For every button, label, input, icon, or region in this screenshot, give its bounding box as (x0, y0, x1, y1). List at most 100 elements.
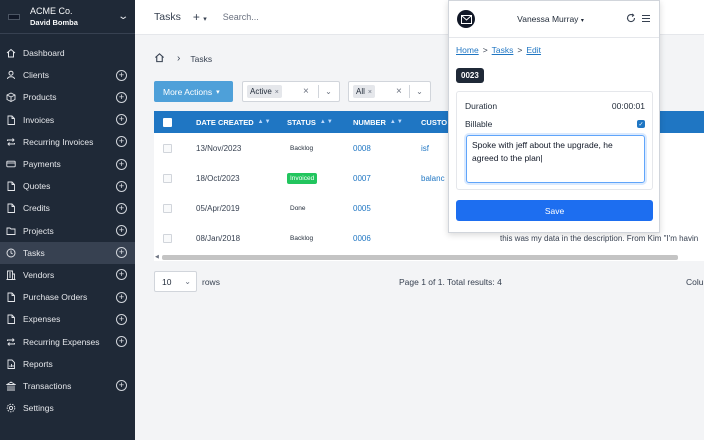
sidebar-item-products[interactable]: Products + (0, 86, 135, 108)
row-checkbox[interactable] (163, 143, 172, 153)
crumb-edit[interactable]: Edit (526, 45, 541, 55)
remove-tag-icon[interactable]: × (275, 89, 279, 96)
status-filter[interactable]: Active × × ⌄ (242, 81, 340, 102)
sidebar-item-label: Expenses (23, 314, 61, 325)
create-task-dropdown[interactable]: + ▾ (193, 10, 207, 24)
add-clients-icon[interactable]: + (116, 69, 127, 81)
sidebar-item-transactions[interactable]: Transactions + (0, 375, 135, 397)
row-checkbox[interactable] (163, 203, 172, 213)
add-recurring-expenses-icon[interactable]: + (116, 336, 127, 348)
company-name: ACME Co. (30, 5, 73, 16)
cell-number[interactable]: 0007 (353, 174, 371, 183)
sidebar-item-dashboard[interactable]: Dashboard (0, 42, 135, 64)
home-icon[interactable] (154, 52, 165, 65)
clear-icon[interactable]: × (303, 86, 309, 97)
cell-number[interactable]: 0008 (353, 144, 371, 153)
table-cell: isf (421, 133, 429, 163)
sidebar-item-projects[interactable]: Projects + (0, 220, 135, 242)
add-transactions-icon[interactable]: + (116, 380, 127, 392)
description-cell-text: this was my data in the description. Fro… (500, 234, 699, 243)
sidebar-item-settings[interactable]: Settings (0, 397, 135, 419)
column-status[interactable]: STATUS ▲▼ (287, 111, 334, 133)
task-details-box: Duration 00:00:01 Billable ✓ Spoke with … (456, 91, 653, 190)
sidebar-item-label: Dashboard (23, 48, 65, 59)
row-checkbox[interactable] (163, 173, 172, 183)
add-payments-icon[interactable]: + (116, 158, 127, 170)
sidebar-item-recurring-invoices[interactable]: Recurring Invoices + (0, 131, 135, 153)
chevron-down-icon[interactable]: ⌄ (318, 85, 338, 98)
table-cell: 05/Apr/2019 (196, 193, 240, 223)
sidebar-item-label: Recurring Expenses (23, 336, 100, 347)
sidebar-item-label: Payments (23, 159, 61, 170)
add-projects-icon[interactable]: + (116, 225, 127, 237)
sidebar-item-payments[interactable]: Payments + (0, 153, 135, 175)
sidebar-item-credits[interactable]: Credits + (0, 197, 135, 219)
sidebar-item-vendors[interactable]: Vendors + (0, 264, 135, 286)
home-icon (6, 48, 16, 58)
save-button[interactable]: Save (456, 200, 653, 221)
search-input[interactable] (222, 12, 423, 22)
row-checkbox[interactable] (163, 233, 172, 243)
cell-date: 18/Oct/2023 (196, 173, 240, 183)
clear-icon[interactable]: × (396, 86, 402, 97)
billable-checkbox[interactable]: ✓ (637, 120, 645, 128)
remove-tag-icon[interactable]: × (368, 89, 372, 96)
menu-icon[interactable] (641, 14, 651, 25)
table-cell (163, 193, 172, 223)
column-customer[interactable]: CUSTO (421, 111, 447, 133)
more-actions-label: More Actions (163, 86, 213, 97)
chevron-down-icon[interactable]: ⌄ (409, 85, 429, 98)
user-menu[interactable]: Vanessa Murray ▾ (475, 14, 626, 24)
client-filter[interactable]: All × × ⌄ (348, 81, 431, 102)
sidebar-item-label: Purchase Orders (23, 292, 88, 303)
sidebar-item-purchase-orders[interactable]: Purchase Orders + (0, 286, 135, 308)
column-customer-label: CUSTO (421, 117, 448, 127)
rows-per-page-select[interactable]: 10 ⌄ (154, 271, 197, 292)
sidebar-item-clients[interactable]: Clients + (0, 64, 135, 86)
table-cell (163, 223, 172, 253)
scroll-left-icon[interactable]: ◀ (155, 254, 159, 260)
sidebar-item-recurring-expenses[interactable]: Recurring Expenses + (0, 330, 135, 352)
file-icon (6, 292, 16, 303)
add-quotes-icon[interactable]: + (116, 180, 127, 192)
crumb-tasks[interactable]: Tasks (492, 45, 514, 55)
more-actions-button[interactable]: More Actions ▾ (154, 81, 233, 102)
table-cell (163, 133, 172, 163)
add-vendors-icon[interactable]: + (116, 269, 127, 281)
caret-down-icon: ▾ (580, 18, 584, 24)
add-expenses-icon[interactable]: + (116, 313, 127, 325)
status-badge: Backlog (290, 144, 314, 152)
cell-number[interactable]: 0005 (353, 204, 371, 213)
sidebar-item-reports[interactable]: Reports (0, 353, 135, 375)
add-invoices-icon[interactable]: + (116, 114, 127, 126)
sidebar-item-invoices[interactable]: Invoices + (0, 109, 135, 131)
add-products-icon[interactable]: + (116, 91, 127, 103)
crumb-home[interactable]: Home (456, 45, 479, 55)
column-date-created[interactable]: DATE CREATED ▲▼ (196, 111, 272, 133)
cell-number[interactable]: 0006 (353, 234, 371, 243)
columns-button[interactable]: Colum (686, 277, 704, 287)
add-tasks-icon[interactable]: + (116, 247, 127, 259)
bank-icon (6, 381, 16, 391)
add-recurring-invoices-icon[interactable]: + (116, 136, 127, 148)
add-credits-icon[interactable]: + (116, 202, 127, 214)
breadcrumb-current: Tasks (190, 53, 213, 64)
add-purchase-orders-icon[interactable]: + (116, 291, 127, 303)
scroll-thumb[interactable] (162, 255, 678, 260)
sidebar-item-label: Clients (23, 70, 49, 81)
duration-label: Duration (465, 101, 498, 111)
sidebar-item-expenses[interactable]: Expenses + (0, 308, 135, 330)
cell-client[interactable]: balanc (421, 174, 445, 183)
table-cell: 18/Oct/2023 (196, 163, 240, 193)
company-switcher[interactable]: ACME Co. David Bomba ⌄ (0, 0, 135, 34)
refresh-icon[interactable] (626, 13, 636, 25)
select-all-checkbox[interactable] (163, 117, 172, 127)
description-textarea[interactable]: Spoke with jeff about the upgrade, he ag… (466, 135, 645, 183)
sidebar-item-quotes[interactable]: Quotes + (0, 175, 135, 197)
popup-breadcrumb: Home > Tasks > Edit (456, 45, 541, 55)
horizontal-scrollbar[interactable]: ◀ (154, 253, 704, 261)
column-number[interactable]: NUMBER ▲▼ (353, 111, 404, 133)
cell-client[interactable]: isf (421, 144, 429, 153)
table-cell: Backlog (287, 223, 316, 253)
sidebar-item-tasks[interactable]: Tasks + (0, 241, 135, 264)
